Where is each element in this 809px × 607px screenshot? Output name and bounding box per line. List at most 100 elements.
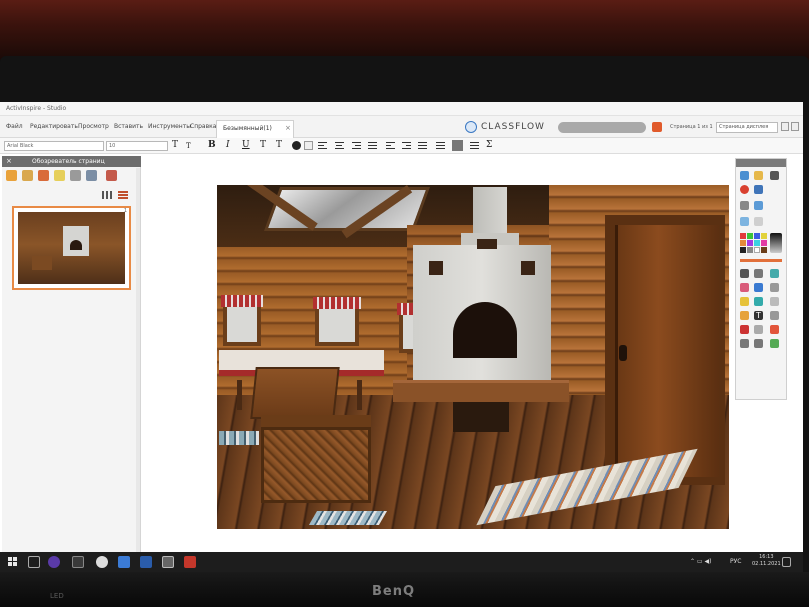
app-icon[interactable]	[72, 556, 84, 568]
list-view-icon[interactable]	[118, 191, 128, 199]
text-color-icon[interactable]	[292, 141, 301, 150]
color-swatch-black[interactable]	[740, 247, 746, 253]
menu-edit[interactable]: Редактировать	[30, 123, 78, 130]
font-shrink-icon[interactable]: T	[186, 142, 191, 150]
resource-icon[interactable]	[22, 170, 33, 181]
menu-help[interactable]: Справка	[190, 123, 216, 130]
reset-page-icon[interactable]	[740, 217, 749, 226]
color-swatch-green[interactable]	[747, 233, 753, 239]
clock[interactable]: 16:13 02.11.2021	[752, 554, 781, 568]
properties-icon[interactable]	[86, 170, 97, 181]
bold-button[interactable]: B	[208, 140, 216, 150]
marker-icon[interactable]	[754, 283, 763, 292]
color-swatch-brown[interactable]	[761, 247, 767, 253]
highlighter-icon[interactable]	[770, 269, 779, 278]
flipchart-canvas[interactable]	[142, 154, 803, 570]
search-icon[interactable]	[28, 556, 40, 568]
desktop-icon[interactable]	[754, 217, 763, 226]
search-input[interactable]	[558, 122, 646, 133]
page-browser-scrollbar[interactable]	[136, 168, 140, 566]
camera-icon[interactable]	[740, 325, 749, 334]
window-minimize-button[interactable]	[781, 122, 789, 131]
indent-increase-icon[interactable]	[402, 142, 411, 150]
table-icon[interactable]	[470, 142, 479, 150]
classflow-logo[interactable]: CLASSFLOW	[465, 121, 555, 134]
equation-button[interactable]: Σ	[486, 140, 492, 150]
word-icon[interactable]	[140, 556, 152, 568]
fill-icon[interactable]	[740, 311, 749, 320]
language-indicator[interactable]: РУС	[730, 558, 741, 565]
superscript-button[interactable]: T	[260, 140, 266, 150]
select-tool-icon[interactable]	[740, 171, 749, 180]
color-swatch-purple[interactable]	[747, 240, 753, 246]
indent-decrease-icon[interactable]	[386, 142, 395, 150]
color-swatch-yellow[interactable]	[761, 233, 767, 239]
color-picker-icon[interactable]	[770, 233, 782, 253]
align-center-icon[interactable]	[335, 142, 344, 150]
menu-tools[interactable]: Инструменты	[148, 123, 191, 130]
page-thumbnail[interactable]: 1	[12, 206, 131, 290]
color-swatch-blue[interactable]	[754, 233, 760, 239]
more-tools-icon[interactable]	[770, 339, 779, 348]
color-swatch-cyan[interactable]	[754, 240, 760, 246]
undo-icon[interactable]	[740, 339, 749, 348]
taskview-icon[interactable]	[48, 556, 60, 568]
menu-view[interactable]: Просмотр	[78, 123, 109, 130]
color-swatch-pink[interactable]	[761, 240, 767, 246]
record-icon[interactable]	[740, 185, 749, 194]
pen-icon[interactable]	[754, 269, 763, 278]
lock-icon[interactable]	[770, 283, 779, 292]
page-display-select[interactable]: Страница дисплея	[716, 122, 778, 133]
color-swatch-white[interactable]	[754, 247, 760, 253]
color-swatch-red[interactable]	[740, 233, 746, 239]
explorer-icon[interactable]	[118, 556, 130, 568]
select-arrow-icon[interactable]	[740, 269, 749, 278]
highlight-color-icon[interactable]	[304, 141, 313, 150]
subscript-button[interactable]: T	[276, 140, 282, 150]
notification-icon[interactable]	[652, 122, 662, 132]
line-spacing-icon[interactable]	[418, 142, 427, 150]
objects-icon[interactable]	[38, 170, 49, 181]
color-swatch-orange[interactable]	[740, 240, 746, 246]
page-prev-icon[interactable]	[740, 201, 749, 210]
text-box-icon[interactable]	[452, 140, 463, 151]
redo-icon[interactable]	[754, 339, 763, 348]
page-browser-close-icon[interactable]: ×	[6, 157, 12, 165]
menu-file[interactable]: Файл	[6, 123, 23, 130]
trash-icon[interactable]	[70, 170, 81, 181]
bullet-list-icon[interactable]	[436, 142, 445, 150]
delete-icon[interactable]	[770, 325, 779, 334]
magnifier-icon[interactable]	[770, 311, 779, 320]
start-button[interactable]	[8, 557, 18, 567]
tray-icons[interactable]: ⌃ ▭ ◀)	[690, 558, 711, 565]
font-size-select[interactable]: 10	[106, 141, 168, 151]
activinspire-icon[interactable]	[162, 556, 174, 568]
underline-button[interactable]: U	[242, 140, 250, 150]
text-tool-icon[interactable]: T	[754, 311, 763, 320]
notifications-icon[interactable]	[782, 557, 791, 567]
browser-icon[interactable]	[754, 185, 763, 194]
align-right-icon[interactable]	[352, 142, 361, 150]
powerpoint-icon[interactable]	[184, 556, 196, 568]
main-menu-icon[interactable]	[754, 171, 763, 180]
align-left-icon[interactable]	[318, 142, 327, 150]
tab-close-icon[interactable]: ×	[285, 124, 291, 132]
window-close-button[interactable]	[791, 122, 799, 131]
connector-icon[interactable]	[754, 297, 763, 306]
tab-document[interactable]: Безымянный(1) ×	[216, 120, 294, 138]
eraser-icon[interactable]	[740, 283, 749, 292]
actions-icon[interactable]	[106, 170, 117, 181]
italic-button[interactable]: I	[226, 140, 230, 150]
font-family-select[interactable]: Arial Black	[4, 141, 104, 151]
align-justify-icon[interactable]	[368, 142, 377, 150]
izba-interior-photo[interactable]	[217, 185, 729, 529]
spotlight-icon[interactable]	[754, 325, 763, 334]
shape-icon[interactable]	[740, 297, 749, 306]
pen-tool-icon[interactable]	[770, 171, 779, 180]
font-grow-icon[interactable]: T	[172, 140, 178, 150]
page-next-icon[interactable]	[754, 201, 763, 210]
browser-app-icon[interactable]	[96, 556, 108, 568]
folder-icon[interactable]	[6, 170, 17, 181]
notes-icon[interactable]	[54, 170, 65, 181]
tools-palette-header[interactable]	[736, 159, 786, 167]
